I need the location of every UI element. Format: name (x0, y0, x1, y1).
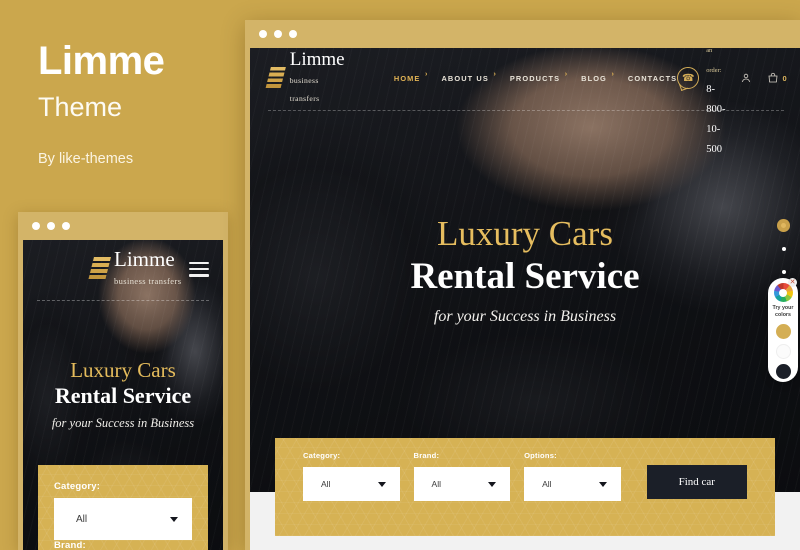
find-car-button[interactable]: Find car (646, 465, 747, 499)
site-logo[interactable]: Limme business transfers (88, 247, 182, 289)
color-swatch-dark[interactable] (775, 364, 791, 380)
nav-item-home[interactable]: HOME › (393, 71, 427, 83)
mobile-window-titlebar[interactable] (18, 212, 228, 240)
desktop-viewport: Limme business transfers HOME › ABOUT US… (250, 48, 800, 550)
chevron-down-icon (170, 517, 178, 522)
phone-handset-icon: ☎ (681, 72, 695, 84)
color-widget-label: Try your colors (772, 305, 794, 319)
brand-label: Brand: (413, 451, 440, 460)
window-dot-close-icon[interactable] (32, 222, 40, 230)
contact-phone-block[interactable]: ☎ Call to book an order: 8-800-10-500 (677, 48, 725, 158)
brand-select[interactable]: All (413, 467, 511, 501)
promo-subtitle: Theme (38, 92, 123, 122)
promo-author: By like-themes (38, 151, 134, 167)
logo-wordmark: Limme (114, 247, 175, 271)
hero-line-3: for your Success in Business (433, 308, 617, 326)
hero-line-2: Rental Service (410, 256, 640, 297)
hero-line-3: for your Success in Business (51, 415, 195, 430)
cart-button[interactable]: 0 (767, 72, 787, 84)
hero-text: Luxury Cars Rental Service for your Succ… (250, 213, 800, 326)
slider-dot-1[interactable] (781, 223, 786, 228)
chevron-down-icon (598, 482, 607, 487)
header-divider (37, 300, 209, 301)
mobile-preview-window: Limme business transfers Luxury Cars Ren… (18, 212, 228, 550)
nav-item-blog[interactable]: BLOG › (581, 71, 613, 83)
options-value: All (542, 479, 552, 489)
header-divider (268, 110, 784, 111)
color-picker-widget: ✕ Try your colors (768, 278, 798, 382)
hero-line-1: Luxury Cars (437, 214, 613, 253)
slider-dot-2[interactable] (781, 247, 786, 251)
site-header: Limme business transfers HOME › ABOUT US… (250, 48, 800, 155)
logo-wordmark: Limme (289, 49, 345, 70)
cart-count-badge: 0 (782, 73, 787, 83)
options-label: Options: (524, 451, 557, 460)
nav-item-blog-label: BLOG (581, 73, 607, 83)
slider-dot-3[interactable] (781, 270, 786, 274)
chevron-right-icon: › (564, 70, 569, 78)
mobile-category-value: All (76, 513, 88, 525)
nav-item-home-label: HOME (393, 73, 421, 83)
category-value: All (321, 479, 331, 489)
color-wheel-icon[interactable] (773, 283, 793, 302)
site-logo[interactable]: Limme business transfers (265, 49, 346, 106)
header-utilities: ☎ Call to book an order: 8-800-10-500 (677, 48, 800, 158)
chevron-right-icon: › (611, 70, 615, 78)
window-dot-maximize-icon[interactable] (62, 222, 70, 230)
chevron-down-icon (377, 482, 386, 487)
nav-item-about-us-label: ABOUT US (441, 73, 489, 83)
nav-item-products[interactable]: PRODUCTS › (509, 71, 567, 83)
main-navigation: HOME › ABOUT US › PRODUCTS › BLOG › CONT… (393, 71, 677, 83)
category-select[interactable]: All (303, 467, 400, 501)
logo-mark-icon (88, 257, 111, 281)
logo-mark-icon (265, 66, 286, 90)
contact-phone-number: 8-800-10-500 (706, 84, 726, 155)
category-field: Category: All (303, 451, 400, 501)
brand-value: All (431, 479, 441, 489)
window-dot-minimize-icon[interactable] (47, 222, 55, 230)
contact-label: Call to book an order: (706, 48, 722, 74)
brand-field: Brand: All (413, 451, 511, 501)
mobile-viewport: Limme business transfers Luxury Cars Ren… (23, 240, 223, 550)
logo-tagline: business transfers (114, 276, 182, 286)
options-field: Options: All (524, 451, 621, 501)
mobile-hero-text: Luxury Cars Rental Service for your Succ… (23, 358, 223, 431)
mobile-category-select[interactable]: All (54, 498, 192, 540)
chevron-right-icon: › (425, 70, 429, 78)
desktop-preview-window: Limme business transfers HOME › ABOUT US… (245, 20, 800, 550)
hero-line-2: Rental Service (54, 382, 192, 408)
nav-item-contacts[interactable]: CONTACTS (628, 74, 677, 83)
mobile-search-panel: Category: All Brand: (38, 465, 208, 550)
car-search-panel: Category: All Brand: All Options: All Fi… (275, 438, 775, 536)
window-dot-minimize-icon[interactable] (274, 30, 282, 38)
options-select[interactable]: All (524, 467, 621, 501)
nav-item-about-us[interactable]: ABOUT US › (441, 71, 495, 83)
chevron-right-icon: › (493, 70, 497, 78)
mobile-brand-label: Brand: (54, 540, 86, 550)
chevron-down-icon (488, 482, 497, 487)
mobile-category-label: Category: (54, 481, 101, 492)
hamburger-menu-icon[interactable] (189, 261, 209, 277)
user-account-icon[interactable] (740, 72, 752, 84)
window-dot-maximize-icon[interactable] (289, 30, 297, 38)
desktop-window-titlebar[interactable] (245, 20, 800, 48)
page-title: Limme (38, 39, 165, 83)
logo-tagline: business transfers (289, 76, 320, 103)
mobile-site-header: Limme business transfers (23, 240, 223, 298)
phone-bubble-icon: ☎ (677, 67, 700, 89)
color-swatch-gold[interactable] (775, 324, 791, 340)
hero-line-1: Luxury Cars (70, 358, 176, 382)
nav-item-contacts-label: CONTACTS (627, 73, 678, 83)
category-label: Category: (303, 451, 341, 460)
color-swatch-white[interactable] (775, 344, 791, 360)
nav-item-products-label: PRODUCTS (509, 73, 561, 83)
window-dot-close-icon[interactable] (259, 30, 267, 38)
shopping-bag-icon (767, 72, 779, 84)
